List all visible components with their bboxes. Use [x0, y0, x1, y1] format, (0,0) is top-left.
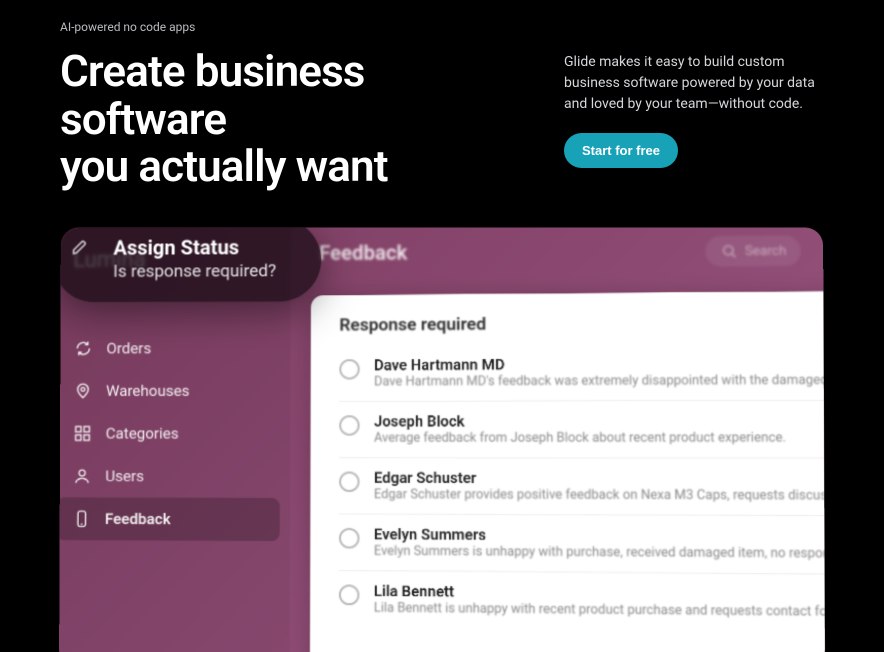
sidebar-item-label: Orders: [106, 339, 151, 357]
refresh-icon: [74, 339, 92, 357]
headline-line-2: you actually want: [60, 140, 388, 192]
headline-line-1: Create business software: [60, 45, 365, 145]
feedback-list-panel: Response required Dave Hartmann MD Dave …: [310, 290, 825, 652]
sidebar-item-warehouses[interactable]: Warehouses: [59, 369, 290, 412]
feedback-desc: Dave Hartmann MD's feedback was extremel…: [374, 372, 825, 389]
feedback-row[interactable]: Dave Hartmann MD Dave Hartmann MD's feed…: [339, 343, 825, 401]
sidebar-item-feedback[interactable]: Feedback: [59, 497, 280, 541]
app-preview-card: Assign Status Is response required? Lumi…: [59, 227, 825, 652]
radio-icon[interactable]: [339, 527, 360, 548]
sidebar-item-label: Feedback: [105, 509, 171, 528]
bubble-subtitle: Is response required?: [113, 261, 276, 282]
search-placeholder: Search: [745, 243, 787, 259]
feedback-desc: Edgar Schuster provides positive feedbac…: [374, 486, 825, 503]
user-icon: [73, 466, 91, 484]
feedback-desc: Lila Bennett is unhappy with recent prod…: [374, 600, 825, 620]
grid-icon: [73, 424, 91, 442]
radio-icon[interactable]: [339, 584, 360, 605]
radio-icon[interactable]: [339, 471, 360, 492]
radio-icon[interactable]: [339, 359, 359, 379]
feedback-name: Joseph Block: [374, 412, 825, 430]
location-pin-icon: [74, 381, 92, 399]
start-for-free-button[interactable]: Start for free: [564, 133, 678, 168]
feedback-row[interactable]: Evelyn Summers Evelyn Summers is unhappy…: [339, 513, 825, 573]
feedback-name: Dave Hartmann MD: [374, 354, 825, 374]
sidebar-item-orders[interactable]: Orders: [59, 326, 290, 369]
feedback-name: Edgar Schuster: [374, 469, 825, 487]
section-title: Response required: [339, 311, 825, 335]
eyebrow: AI-powered no code apps: [60, 20, 824, 34]
radio-icon[interactable]: [339, 415, 360, 435]
hero-headline: Create business software you actually wa…: [60, 48, 524, 191]
main-panel: Feedback Search Response required Dave H…: [289, 227, 825, 652]
hero-subhead: Glide makes it easy to build custom busi…: [564, 52, 824, 115]
sidebar-item-label: Warehouses: [106, 381, 190, 399]
feedback-name: Evelyn Summers: [374, 526, 825, 546]
bubble-title: Assign Status: [113, 234, 276, 259]
sidebar-item-categories[interactable]: Categories: [59, 412, 290, 455]
search-icon: [720, 241, 739, 259]
sidebar-item-label: Users: [105, 467, 144, 485]
assign-status-bubble: Assign Status Is response required?: [59, 227, 321, 302]
page-title: Feedback: [319, 240, 407, 265]
sidebar-item-users[interactable]: Users: [59, 454, 290, 497]
search-input[interactable]: Search: [705, 235, 801, 266]
feedback-desc: Average feedback from Joseph Block about…: [374, 430, 825, 446]
sidebar-item-label: Categories: [106, 424, 179, 442]
feedback-row[interactable]: Lila Bennett Lila Bennett is unhappy wit…: [339, 570, 825, 632]
feedback-row[interactable]: Edgar Schuster Edgar Schuster provides p…: [339, 457, 825, 515]
phone-icon: [73, 509, 91, 527]
feedback-desc: Evelyn Summers is unhappy with purchase,…: [374, 543, 825, 561]
feedback-row[interactable]: Joseph Block Average feedback from Josep…: [339, 399, 825, 457]
pencil-icon: [67, 233, 93, 259]
